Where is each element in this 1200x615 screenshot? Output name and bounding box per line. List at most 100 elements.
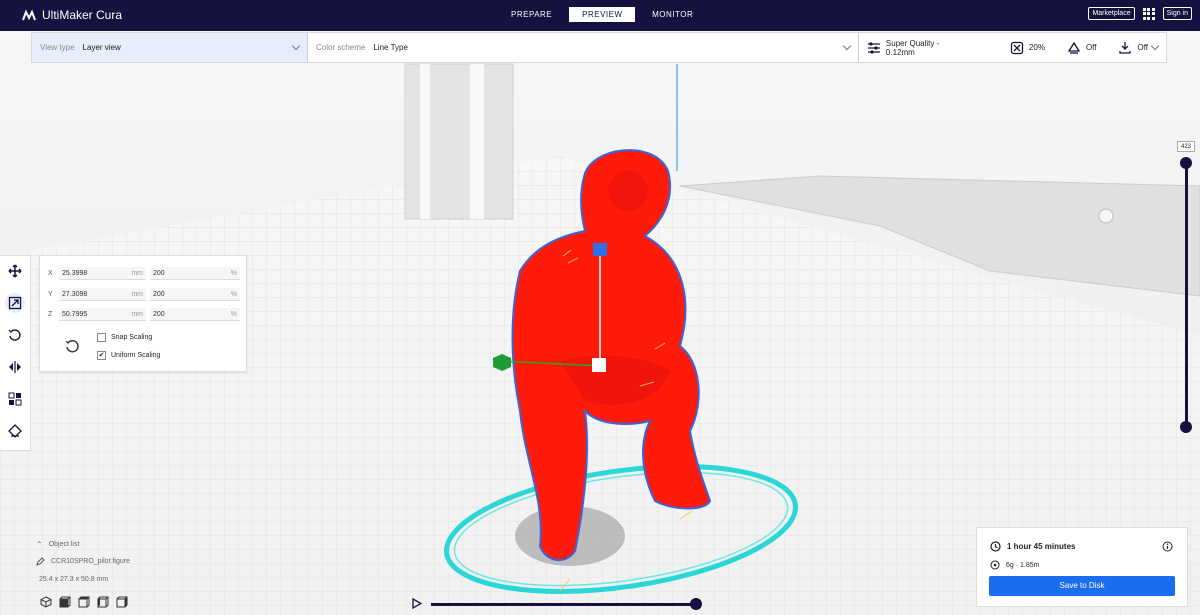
per-model-settings-button[interactable] [5,389,25,409]
simulation-slider-handle[interactable] [690,598,702,610]
object-name-row[interactable]: CCR10SPRO_pilot figure [36,557,236,566]
scale-x-percent-input[interactable]: 200 % [150,267,240,280]
print-information-panel: 1 hour 45 minutes 6g · 1.85m Save to Dis… [976,527,1188,607]
right-view-icon[interactable] [116,596,128,608]
support-blocker-button[interactable] [5,421,25,441]
object-list-toggle[interactable]: ⌃ Object list [36,540,236,549]
per-model-settings-icon [8,392,22,406]
tab-preview[interactable]: PREVIEW [569,7,636,22]
x-pct-value: 200 [153,269,165,277]
object-dimensions: 25.4 x 27.3 x 50.8 mm [39,576,109,583]
view-type-selector[interactable]: View type Layer view [32,33,308,62]
app-title: UltiMaker Cura [42,8,123,22]
gizmo-y-handle [593,243,607,256]
support-setting: Off [1067,41,1097,55]
scale-z-row: Z 50.7995 mm 200 % [48,308,240,321]
scale-tool-panel: X 25.3998 mm 200 % Y 27.3098 mm 200 % Z … [39,255,247,372]
uniform-scaling-label: Uniform Scaling [111,352,161,359]
mm-unit: mm [131,310,143,318]
move-icon [8,264,22,278]
gizmo-center-handle [592,358,606,372]
x-mm-value: 25.3998 [62,269,88,277]
chevron-up-icon: ⌃ [36,540,43,549]
3d-view-icon[interactable] [40,596,52,608]
z-pct-value: 200 [153,310,165,318]
stage-tabs: PREPARE PREVIEW MONITOR [498,7,706,22]
scale-y-row: Y 27.3098 mm 200 % [48,288,240,301]
y-mm-value: 27.3098 [62,290,88,298]
print-time-row: 1 hour 45 minutes [990,541,1075,552]
reset-scale-button[interactable] [64,338,80,354]
percent-unit: % [230,290,237,298]
view-type-value: Layer view [82,43,121,52]
z-mm-value: 50.7995 [62,310,88,318]
mirror-icon [9,361,21,373]
marketplace-button[interactable]: Marketplace [1088,7,1135,20]
info-icon[interactable] [1162,541,1173,552]
tool-sidebar [0,255,31,451]
simulation-path-slider[interactable] [431,603,695,606]
y-pct-value: 200 [153,290,165,298]
left-view-icon[interactable] [97,596,109,608]
uniform-scaling-checkbox[interactable]: ✔ Uniform Scaling [97,351,160,360]
app-brand: UltiMaker Cura [22,8,122,22]
account-area: Marketplace Sign in [1088,7,1192,20]
adhesion-value: Off [1137,43,1148,52]
adhesion-setting: Off [1118,41,1148,55]
adhesion-icon [1119,41,1132,54]
mm-unit: mm [131,269,143,277]
view-type-label: View type [40,43,75,52]
scale-y-mm-input[interactable]: 27.3098 mm [59,288,146,301]
color-scheme-selector[interactable]: Color scheme Line Type [308,33,859,62]
apps-grid-icon[interactable] [1142,7,1155,20]
print-setup-selector[interactable]: Super Quality - 0.12mm 20% Off Off [859,33,1166,62]
tab-monitor[interactable]: MONITOR [639,7,706,22]
axis-z-label: Z [48,311,53,318]
snap-scaling-checkbox[interactable]: Snap Scaling [97,333,152,342]
uniform-scaling-box[interactable]: ✔ [97,351,106,360]
scale-y-percent-input[interactable]: 200 % [150,288,240,301]
scale-x-row: X 25.3998 mm 200 % [48,267,240,280]
support-blocker-icon [8,424,22,438]
object-list-panel: ⌃ Object list CCR10SPRO_pilot figure [36,540,236,574]
mirror-tool-button[interactable] [5,357,25,377]
layer-slider-lower-handle[interactable] [1180,421,1192,433]
print-settings-bar: View type Layer view Color scheme Line T… [31,32,1167,63]
snap-scaling-box[interactable] [97,333,106,342]
top-navigation-bar: UltiMaker Cura PREPARE PREVIEW MONITOR M… [0,0,1200,31]
rotate-tool-button[interactable] [5,325,25,345]
print-time: 1 hour 45 minutes [1007,542,1076,551]
quality-setting: Super Quality - 0.12mm [867,39,970,57]
material-usage-row: 6g · 1.85m [990,560,1039,570]
layer-number-field[interactable]: 423 [1177,141,1195,152]
play-icon[interactable] [412,598,422,609]
spool-icon [990,560,1000,570]
axis-y-label: Y [48,291,53,298]
ultimaker-logo-icon [22,9,36,21]
sign-in-button[interactable]: Sign in [1162,7,1192,20]
object-list-title: Object list [48,541,80,548]
front-view-icon[interactable] [59,596,71,608]
pencil-icon [36,557,45,566]
layer-slider-upper-handle[interactable] [1180,157,1192,169]
clock-icon [990,541,1001,552]
support-value: Off [1085,43,1097,52]
tab-prepare[interactable]: PREPARE [498,7,565,22]
camera-view-buttons [40,596,128,608]
scale-tool-button[interactable] [5,293,25,313]
chevron-down-icon [291,41,301,51]
quality-value: Super Quality - 0.12mm [885,38,940,57]
chevron-down-icon [1150,41,1160,51]
save-to-disk-button[interactable]: Save to Disk [989,576,1175,596]
layer-slider-track[interactable] [1185,163,1188,428]
scale-z-percent-input[interactable]: 200 % [150,308,240,321]
object-name: CCR10SPRO_pilot figure [51,558,130,565]
color-scheme-label: Color scheme [316,43,366,52]
scale-z-mm-input[interactable]: 50.7995 mm [59,308,146,321]
scale-x-mm-input[interactable]: 25.3998 mm [59,267,146,280]
sliders-icon [867,41,880,54]
scale-icon [8,296,22,310]
move-tool-button[interactable] [5,261,25,281]
top-view-icon[interactable] [78,596,90,608]
infill-setting: 20% [1010,41,1045,55]
